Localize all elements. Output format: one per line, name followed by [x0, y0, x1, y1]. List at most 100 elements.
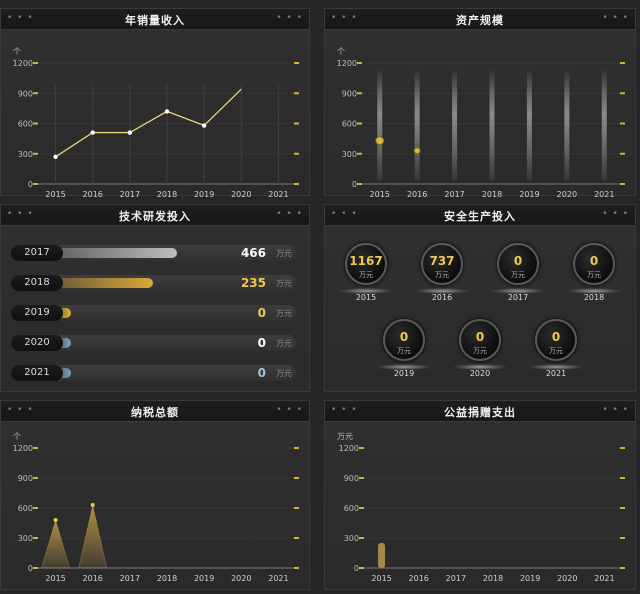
y-tick-marker — [294, 92, 299, 95]
light-beam — [564, 69, 570, 181]
menu-dots-icon[interactable]: • • • — [602, 209, 629, 219]
x-tick-label: 2018 — [157, 190, 177, 197]
y-tick-label: 300 — [18, 534, 33, 543]
charity-bar-chart: 万元 0 300 600 900 1200 2015 2016 2017 2018 2019 2020… — [337, 432, 625, 583]
data-point — [413, 147, 421, 155]
y-tick-label: 0 — [352, 180, 357, 189]
x-tick-label: 2019 — [519, 190, 539, 197]
x-tick-label: 2018 — [482, 190, 502, 197]
y-tick-label: 900 — [18, 89, 33, 98]
bar-value: 0 — [257, 366, 266, 380]
y-unit-label: 个 — [13, 47, 21, 56]
panel-title: 安全生产投入 — [444, 210, 516, 223]
rd-row: 2021 0 万元 — [11, 365, 296, 381]
y-tick-marker — [33, 122, 38, 125]
orb-value: 737 — [429, 254, 455, 268]
orb-circle: 0 万元 — [535, 319, 577, 361]
y-tick-marker — [620, 507, 625, 509]
orb-year: 2017 — [507, 293, 529, 302]
x-tick-label: 2021 — [268, 190, 288, 197]
menu-dots-icon[interactable]: • • • — [276, 13, 303, 23]
unit-label: 万元 — [276, 309, 292, 318]
x-tick-label: 2015 — [370, 190, 390, 197]
orb-year: 2016 — [431, 293, 453, 302]
y-tick-label: 900 — [18, 474, 33, 483]
y-tick-marker — [33, 62, 38, 64]
y-tick-marker — [33, 447, 38, 449]
bar-fill — [57, 248, 177, 258]
safety-orb: 737 万元 2016 — [413, 243, 473, 305]
tax-area-chart: 个 0 300 600 900 1200 2015 2016 2017 2018 2019 2020 2… — [13, 432, 299, 583]
orb-year: 2018 — [583, 293, 605, 302]
panel-header: • • • 公益捐赠支出 • • • — [325, 401, 635, 422]
light-beam — [489, 69, 495, 181]
panel-tax: • • • 纳税总额 • • • 个 0 300 600 900 1200 2015 2016… — [0, 400, 310, 590]
data-point — [164, 109, 170, 114]
menu-dots-icon[interactable]: • • • — [602, 13, 629, 23]
y-tick-marker — [33, 183, 38, 185]
y-tick-label: 1200 — [13, 444, 33, 453]
y-tick-marker — [294, 477, 299, 479]
safety-orb: 0 万元 2021 — [527, 319, 587, 381]
bar-value: 0 — [257, 306, 266, 320]
y-tick-label: 0 — [28, 564, 33, 573]
y-tick-marker — [294, 567, 299, 569]
y-tick-label: 0 — [354, 564, 359, 573]
y-tick-marker — [620, 92, 625, 95]
y-tick-marker — [357, 62, 362, 64]
panel-title: 纳税总额 — [131, 406, 179, 419]
orb-unit: 万元 — [359, 271, 373, 279]
orb-year: 2020 — [469, 369, 491, 378]
unit-label: 万元 — [276, 369, 292, 378]
y-tick-label: 1200 — [337, 59, 357, 68]
unit-label: 万元 — [276, 339, 292, 348]
orb-value: 0 — [551, 330, 561, 344]
y-tick-marker — [357, 152, 362, 155]
bar — [378, 543, 386, 568]
unit-label: 万元 — [276, 249, 292, 258]
peak-point — [90, 503, 95, 507]
orb-value: 0 — [399, 330, 409, 344]
orb-circle: 0 万元 — [573, 243, 615, 285]
y-tick-marker — [33, 152, 38, 155]
x-tick-label: 2018 — [483, 574, 503, 583]
y-tick-label: 300 — [18, 150, 33, 159]
year-label: 2021 — [11, 365, 63, 381]
y-tick-marker — [620, 537, 625, 539]
y-tick-marker — [620, 477, 625, 479]
y-tick-marker — [620, 152, 625, 155]
bar-value: 235 — [240, 276, 266, 290]
area-peak — [78, 504, 108, 569]
y-tick-marker — [620, 567, 625, 569]
y-tick-marker — [359, 507, 364, 509]
y-tick-label: 900 — [342, 89, 357, 98]
menu-dots-icon[interactable]: • • • — [602, 405, 629, 415]
bar-value: 0 — [257, 336, 266, 350]
year-label: 2019 — [11, 305, 63, 321]
x-tick-label: 2019 — [194, 574, 214, 583]
panel-title: 年销量收入 — [125, 14, 185, 27]
menu-dots-icon[interactable]: • • • — [276, 209, 303, 219]
panel-header: • • • 技术研发投入 • • • — [1, 205, 309, 226]
orb-circle: 0 万元 — [459, 319, 501, 361]
orb-circle: 0 万元 — [497, 243, 539, 285]
y-tick-marker — [294, 537, 299, 539]
series-line — [55, 88, 242, 158]
y-tick-label: 1200 — [13, 59, 33, 68]
panel-title: 技术研发投入 — [119, 210, 191, 223]
x-tick-label: 2017 — [120, 574, 140, 583]
peak-point — [53, 518, 58, 522]
y-tick-marker — [357, 92, 362, 95]
panel-assets: • • • 资产规模 • • • 个 0 300 600 900 1200 2015 2016… — [324, 8, 636, 197]
y-tick-label: 300 — [342, 150, 357, 159]
bar-value: 466 — [240, 246, 266, 260]
orb-unit: 万元 — [397, 347, 411, 355]
orb-value: 0 — [475, 330, 485, 344]
orb-unit: 万元 — [435, 271, 449, 279]
data-point — [375, 136, 385, 146]
light-beam — [526, 69, 532, 181]
menu-dots-icon[interactable]: • • • — [276, 405, 303, 415]
panel-header: • • • 安全生产投入 • • • — [325, 205, 635, 226]
unit-label: 万元 — [276, 279, 292, 288]
x-tick-label: 2021 — [268, 574, 288, 583]
